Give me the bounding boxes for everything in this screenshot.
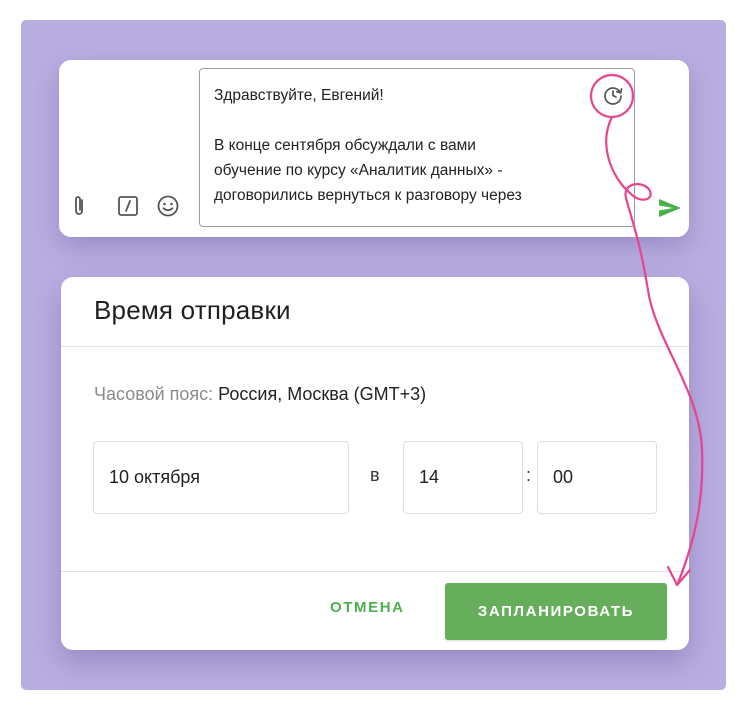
emoji-icon: [157, 195, 179, 217]
message-line: Здравствуйте, Евгений!: [214, 87, 384, 104]
cancel-button[interactable]: ОТМЕНА: [330, 599, 405, 616]
template-button[interactable]: [115, 193, 141, 219]
schedule-send-label: ЗАПЛАНИРОВАТЬ: [477, 603, 635, 620]
hour-value: 14: [419, 467, 440, 487]
divider: [61, 346, 689, 347]
message-line: В конце сентября обсуждали с вами: [214, 137, 476, 154]
timezone-value[interactable]: Россия, Москва (GMT+3): [218, 384, 426, 404]
timezone-label: Часовой пояс:: [94, 384, 214, 404]
schedule-send-button[interactable]: ЗАПЛАНИРОВАТЬ: [445, 583, 667, 640]
slash-command-icon: [118, 196, 138, 216]
attach-button[interactable]: [66, 193, 92, 219]
message-line: [214, 108, 620, 133]
timezone-row: Часовой пояс: Россия, Москва (GMT+3): [94, 384, 426, 405]
emoji-button[interactable]: [155, 193, 181, 219]
time-colon: :: [526, 465, 532, 485]
message-line: договорились вернуться к разговору через: [214, 187, 522, 204]
dialog-title: Время отправки: [94, 295, 291, 325]
send-arrow-icon: [659, 199, 681, 217]
divider: [61, 571, 689, 572]
message-input[interactable]: Здравствуйте, Евгений! В конце сентября …: [199, 68, 635, 227]
schedule-clock-icon: [604, 87, 623, 105]
at-label: в: [370, 465, 380, 485]
date-value: 10 октября: [109, 467, 200, 487]
schedule-button[interactable]: [600, 82, 626, 108]
paperclip-icon: [75, 196, 83, 215]
minute-value: 00: [553, 467, 574, 487]
message-line: обучение по курсу «Аналитик данных» -: [214, 162, 503, 179]
send-button[interactable]: [656, 194, 684, 222]
hour-field[interactable]: 14: [403, 441, 523, 514]
date-field[interactable]: 10 октября: [93, 441, 349, 514]
send-time-dialog: Время отправки Часовой пояс: Россия, Мос…: [61, 277, 689, 650]
minute-field[interactable]: 00: [537, 441, 657, 514]
message-composer: Здравствуйте, Евгений! В конце сентября …: [59, 60, 689, 237]
